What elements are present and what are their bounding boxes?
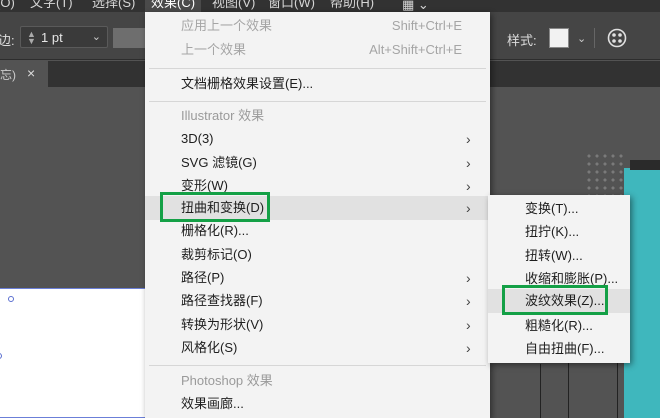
menu-divider	[149, 365, 486, 366]
recolor-artwork-icon[interactable]	[607, 28, 627, 48]
menu-object[interactable]: (O)	[0, 0, 15, 12]
menu-item-path[interactable]: 路径(P) ›	[145, 266, 490, 290]
chevron-right-icon: ›	[466, 270, 471, 286]
submenu-item-transform[interactable]: 变换(T)...	[488, 197, 630, 221]
menu-item-3d[interactable]: 3D(3) ›	[145, 127, 490, 151]
menu-item-label: 栅格化(R)...	[181, 223, 249, 238]
menu-item-label: 效果画廊...	[181, 396, 244, 411]
menu-item-label: 3D(3)	[181, 131, 214, 146]
menu-window[interactable]: 窗口(W)	[268, 0, 315, 12]
menu-help[interactable]: 帮助(H)	[330, 0, 374, 12]
section-header-photoshop-effects: Photoshop 效果	[145, 369, 490, 393]
chevron-down-icon[interactable]: ⌄	[577, 32, 586, 45]
menu-select[interactable]: 选择(S)	[92, 0, 135, 12]
menu-bar: (O) 文字(T) 选择(S) 效果(C) 视图(V) 窗口(W) 帮助(H) …	[0, 0, 660, 12]
menu-item-pathfinder[interactable]: 路径查找器(F) ›	[145, 289, 490, 313]
submenu-item-label: 扭拧(K)...	[525, 224, 580, 239]
dot-pattern-artwork	[585, 152, 625, 200]
submenu-item-label: 自由扭曲(F)...	[525, 341, 605, 356]
menu-item-last-effect[interactable]: 上一个效果 Alt+Shift+Ctrl+E	[145, 38, 490, 62]
chevron-right-icon: ›	[466, 155, 471, 171]
submenu-item-free-distort-tweak[interactable]: 扭拧(K)...	[488, 220, 630, 244]
menu-item-effect-gallery[interactable]: 效果画廊...	[145, 392, 490, 416]
selected-artboard[interactable]	[0, 288, 146, 418]
distort-transform-submenu: 变换(T)... 扭拧(K)... 扭转(W)... 收缩和膨胀(P)... 波…	[488, 195, 630, 363]
menu-item-label: 文档栅格效果设置(E)...	[181, 76, 314, 91]
menu-item-label: 转换为形状(V)	[181, 317, 264, 332]
menu-item-label: 风格化(S)	[181, 340, 238, 355]
stroke-weight-value: 1 pt	[41, 30, 63, 45]
submenu-item-label: 变换(T)...	[525, 201, 579, 216]
stroke-stepper-icon[interactable]: ▲ ▼	[27, 30, 36, 46]
close-icon[interactable]: ×	[27, 65, 35, 81]
menu-item-label: 路径查找器(F)	[181, 293, 263, 308]
workspace-switcher-icon[interactable]: ▦ ⌄	[402, 0, 429, 12]
submenu-item-twist[interactable]: 扭转(W)...	[488, 244, 630, 268]
chevron-right-icon: ›	[466, 293, 471, 309]
chevron-right-icon: ›	[466, 131, 471, 147]
submenu-item-label: 粗糙化(R)...	[525, 318, 593, 333]
menu-item-label: 裁剪标记(O)	[181, 247, 252, 262]
menu-item-label: 路径(P)	[181, 270, 225, 285]
submenu-item-label: 扭转(W)...	[525, 248, 583, 263]
style-label: 样式:	[507, 33, 537, 48]
stroke-profile-swatch[interactable]	[113, 28, 145, 48]
menu-item-label: 应用上一个效果	[181, 18, 273, 33]
chevron-right-icon: ›	[466, 340, 471, 356]
menu-item-rasterize[interactable]: 栅格化(R)...	[145, 219, 490, 243]
menu-divider	[149, 101, 486, 102]
selection-handle[interactable]	[0, 353, 2, 359]
menu-divider	[149, 68, 486, 69]
selection-handle[interactable]	[8, 296, 14, 302]
menu-type[interactable]: 文字(T)	[30, 0, 73, 12]
menu-effect[interactable]: 效果(C)	[145, 0, 202, 12]
dark-artwork-shape	[630, 160, 660, 170]
chevron-down-icon[interactable]: ⌄	[92, 30, 101, 43]
menu-item-document-raster-settings[interactable]: 文档栅格效果设置(E)...	[145, 72, 490, 96]
menu-item-convert-to-shape[interactable]: 转换为形状(V) ›	[145, 313, 490, 337]
artwork-line	[540, 364, 541, 418]
menu-item-shortcut: Shift+Ctrl+E	[391, 18, 462, 33]
stroke-weight-input[interactable]: ▲ ▼ 1 pt ⌄	[20, 26, 108, 48]
document-tab-name: 忘)	[0, 68, 16, 82]
chevron-right-icon: ›	[466, 200, 471, 216]
section-header-illustrator-effects: Illustrator 效果	[145, 104, 490, 128]
submenu-item-free-distort[interactable]: 自由扭曲(F)...	[488, 337, 630, 361]
document-tab[interactable]: 忘) ×	[0, 61, 48, 87]
menu-item-svg-filters[interactable]: SVG 滤镜(G) ›	[145, 151, 490, 175]
menu-view[interactable]: 视图(V)	[212, 0, 255, 12]
chevron-right-icon: ›	[466, 178, 471, 194]
divider	[594, 28, 595, 48]
stroke-label: 边:	[0, 33, 15, 48]
menu-item-crop-marks[interactable]: 裁剪标记(O)	[145, 243, 490, 267]
menu-item-label: SVG 滤镜(G)	[181, 155, 257, 170]
graphic-style-swatch[interactable]	[549, 28, 569, 48]
menu-item-apply-last-effect[interactable]: 应用上一个效果 Shift+Ctrl+E	[145, 14, 490, 38]
submenu-item-roughen[interactable]: 粗糙化(R)...	[488, 314, 630, 338]
menu-item-shortcut: Alt+Shift+Ctrl+E	[369, 42, 462, 57]
section-header-label: Photoshop 效果	[181, 373, 273, 388]
highlight-box-distort-transform	[160, 192, 270, 222]
menu-item-stylize[interactable]: 风格化(S) ›	[145, 336, 490, 360]
section-header-label: Illustrator 效果	[181, 108, 265, 123]
highlight-box-zig-zag	[502, 285, 608, 315]
menu-item-label: 上一个效果	[181, 42, 247, 57]
chevron-right-icon: ›	[466, 317, 471, 333]
